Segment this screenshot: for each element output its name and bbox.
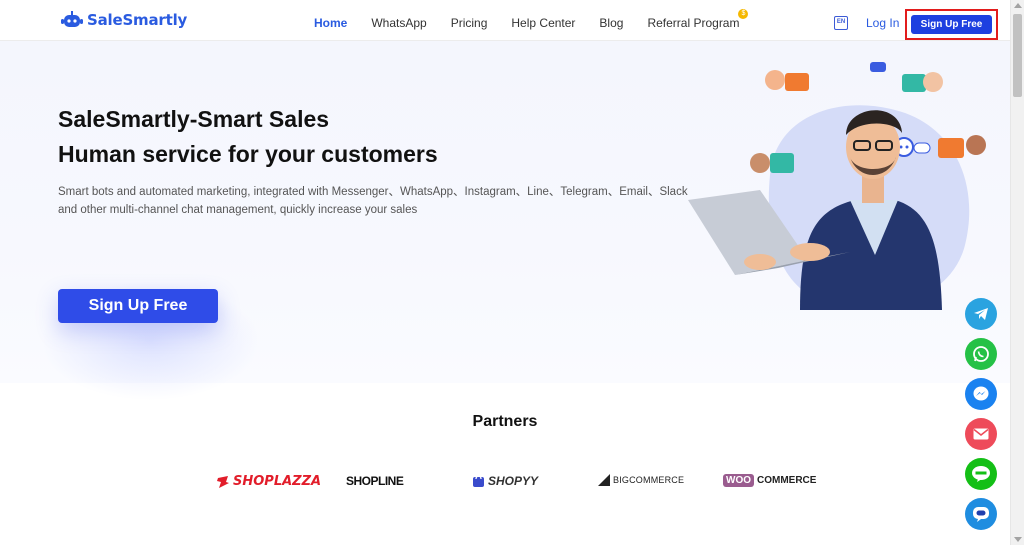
nav-whatsapp[interactable]: WhatsApp [371, 16, 426, 30]
language-switch-icon[interactable]: EN [834, 16, 848, 30]
messenger-icon [973, 386, 989, 401]
bigcommerce-text: BIGCOMMERCE [613, 475, 685, 485]
main-nav: Home WhatsApp Pricing Help Center Blog R… [314, 9, 763, 30]
whatsapp-icon [973, 346, 989, 362]
shopping-bag-icon [473, 475, 484, 487]
bigcommerce-icon [598, 474, 610, 486]
scroll-up-arrow-icon[interactable] [1014, 3, 1022, 8]
nav-pricing[interactable]: Pricing [451, 16, 488, 30]
live-chat-button[interactable] [965, 498, 997, 530]
shoplazza-icon [217, 475, 229, 488]
hero-title-line1: SaleSmartly-Smart Sales [58, 106, 330, 132]
top-navbar: SaleSmartly Home WhatsApp Pricing Help C… [0, 0, 1010, 41]
telegram-icon [974, 308, 988, 320]
woocommerce-text: COMMERCE [757, 475, 817, 486]
chat-bubble-top-left [765, 70, 809, 91]
chat-bubble-mid-right [938, 135, 986, 158]
hero-illustration [688, 62, 986, 310]
nav-blog[interactable]: Blog [599, 16, 623, 30]
hero-title-line2: Human service for your customers [58, 141, 438, 167]
nav-home[interactable]: Home [314, 16, 347, 30]
dollar-badge-icon: $ [738, 9, 749, 19]
whatsapp-button[interactable] [965, 338, 997, 370]
scrollbar-thumb[interactable] [1013, 14, 1022, 97]
logo[interactable]: SaleSmartly [61, 11, 187, 29]
partner-shopline-logo[interactable]: SHOPLINE [346, 474, 404, 488]
partner-shopyy-logo[interactable]: SHOPYY [472, 474, 538, 488]
chat-bubble-top-right [902, 72, 943, 92]
signup-button-header[interactable]: Sign Up Free [911, 15, 992, 34]
line-icon [972, 466, 990, 482]
line-button[interactable] [965, 458, 997, 490]
partner-bigcommerce-logo[interactable]: BIGCOMMERCE [598, 474, 684, 486]
logo-text: SaleSmartly [87, 11, 188, 29]
nav-referral-program[interactable]: Referral Program $ [647, 9, 749, 30]
email-icon [973, 428, 989, 440]
chat-icon [973, 507, 989, 522]
chat-bubble-mid-left [750, 153, 794, 173]
hero-title: SaleSmartly-Smart Sales Human service fo… [58, 102, 438, 172]
chat-dots-bubble [870, 62, 886, 72]
shopyy-text: SHOPYY [488, 474, 539, 488]
woo-badge: WOO [723, 474, 754, 487]
nav-referral-label: Referral Program [647, 16, 740, 30]
telegram-button[interactable] [965, 298, 997, 330]
login-link[interactable]: Log In [866, 16, 899, 30]
partners-title: Partners [472, 413, 538, 430]
robot-logo-icon [61, 11, 83, 27]
shoplazza-text: SHOPLAZZA [233, 474, 322, 489]
signup-highlight-box: Sign Up Free [905, 9, 998, 40]
signup-button-hero[interactable]: Sign Up Free [58, 289, 218, 323]
partner-shoplazza-logo[interactable]: SHOPLAZZA [216, 474, 321, 489]
shopline-text: SHOPLINE [346, 474, 404, 488]
scroll-down-arrow-icon[interactable] [1014, 537, 1022, 542]
partner-woocommerce-logo[interactable]: WOO COMMERCE [723, 474, 816, 487]
nav-help-center[interactable]: Help Center [511, 16, 575, 30]
messenger-button[interactable] [965, 378, 997, 410]
email-button[interactable] [965, 418, 997, 450]
partner-logos: SHOPLAZZA SHOPLINE SHOPYY BIGCOMMERCE WO… [210, 470, 816, 494]
page-scrollbar[interactable] [1010, 0, 1024, 545]
hero-description: Smart bots and automated marketing, inte… [58, 186, 688, 216]
